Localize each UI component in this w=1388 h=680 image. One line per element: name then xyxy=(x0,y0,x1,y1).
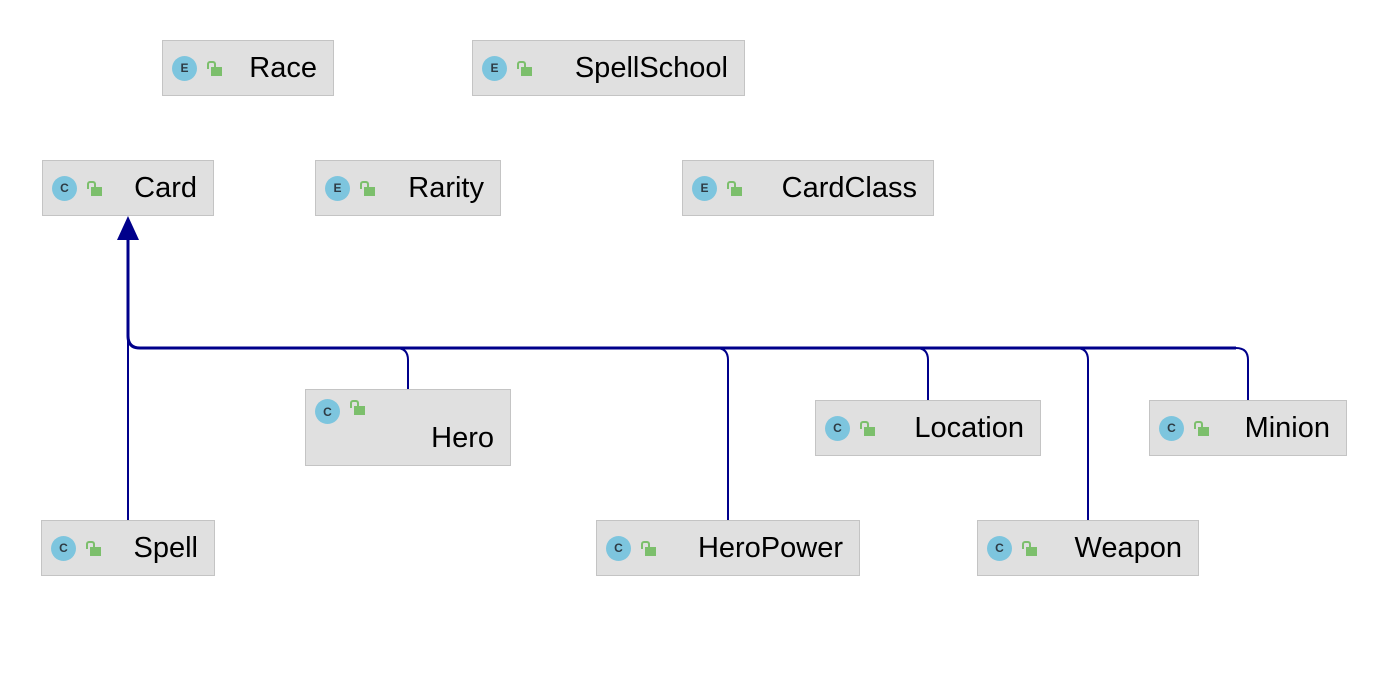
edge-weapon-card xyxy=(1075,347,1089,521)
public-lock-icon xyxy=(360,180,376,196)
node-label: Hero xyxy=(431,422,494,454)
public-lock-icon xyxy=(517,60,533,76)
node-label: CardClass xyxy=(781,171,917,204)
node-rarity[interactable]: E Rarity xyxy=(315,160,501,216)
edge-minion-card xyxy=(1235,347,1249,401)
public-lock-icon xyxy=(207,60,223,76)
public-lock-icon xyxy=(727,180,743,196)
node-spellschool[interactable]: E SpellSchool xyxy=(472,40,745,96)
class-icon: C xyxy=(987,535,1012,561)
node-label: Minion xyxy=(1244,411,1330,444)
edge-trunk xyxy=(126,240,1236,350)
node-label: Location xyxy=(914,411,1024,444)
node-label: Race xyxy=(249,51,317,84)
node-label: SpellSchool xyxy=(574,51,728,84)
node-label: Rarity xyxy=(408,171,484,204)
node-minion[interactable]: C Minion xyxy=(1149,400,1347,456)
public-lock-icon xyxy=(1022,540,1038,556)
node-card[interactable]: C Card xyxy=(42,160,214,216)
node-spell[interactable]: C Spell xyxy=(41,520,215,576)
class-icon: C xyxy=(606,535,631,561)
class-icon: C xyxy=(1159,415,1184,441)
inheritance-arrowhead xyxy=(117,216,139,240)
public-lock-icon xyxy=(860,420,876,436)
enum-icon: E xyxy=(482,55,507,81)
public-lock-icon xyxy=(87,180,103,196)
class-icon: C xyxy=(51,535,76,561)
node-hero[interactable]: C Hero xyxy=(305,389,511,466)
public-lock-icon xyxy=(86,540,102,556)
enum-icon: E xyxy=(325,175,350,201)
node-location[interactable]: C Location xyxy=(815,400,1041,456)
enum-icon: E xyxy=(172,55,197,81)
class-icon: C xyxy=(52,175,77,201)
public-lock-icon xyxy=(350,399,366,415)
edge-location-card xyxy=(915,347,929,401)
node-race[interactable]: E Race xyxy=(162,40,334,96)
node-label: HeroPower xyxy=(697,531,843,564)
node-label: Spell xyxy=(133,531,199,564)
inheritance-edges xyxy=(117,216,1249,521)
node-heropower[interactable]: C HeroPower xyxy=(596,520,860,576)
class-icon: C xyxy=(315,399,340,424)
node-cardclass[interactable]: E CardClass xyxy=(682,160,934,216)
public-lock-icon xyxy=(1194,420,1210,436)
class-icon: C xyxy=(825,415,850,441)
edge-heropower-card xyxy=(715,347,729,521)
public-lock-icon xyxy=(641,540,657,556)
enum-icon: E xyxy=(692,175,717,201)
edge-hero-card xyxy=(395,347,409,390)
node-weapon[interactable]: C Weapon xyxy=(977,520,1199,576)
node-label: Weapon xyxy=(1074,531,1183,564)
node-label: Card xyxy=(134,171,197,204)
